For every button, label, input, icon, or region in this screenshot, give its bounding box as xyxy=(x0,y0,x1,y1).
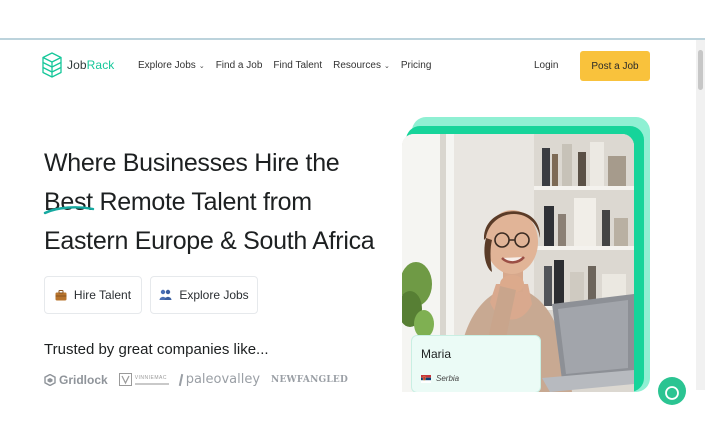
hire-talent-button[interactable]: Hire Talent xyxy=(44,276,142,314)
profile-country: Serbia xyxy=(421,374,459,383)
nav-pricing[interactable]: Pricing xyxy=(401,60,432,71)
page-scrollbar[interactable] xyxy=(696,40,705,390)
nav-find-a-job[interactable]: Find a Job xyxy=(216,60,263,71)
paleovalley-logo: paleovalley xyxy=(178,372,261,387)
serbia-flag-icon xyxy=(421,374,431,383)
paleovalley-mark-icon xyxy=(178,373,183,386)
gridlock-text: Gridlock xyxy=(59,372,108,387)
vinniemac-text: VINNIEMAC xyxy=(134,374,167,381)
nav-find-a-job-label: Find a Job xyxy=(215,60,263,71)
profile-card[interactable]: Maria Serbia xyxy=(411,335,541,393)
hero-title-line2-rest: Remote Talent from xyxy=(92,188,312,216)
people-icon xyxy=(159,289,172,300)
browser-top-area xyxy=(0,0,705,38)
nav-explore-jobs-label: Explore Jobs xyxy=(138,60,196,71)
cube-stack-icon xyxy=(42,52,62,78)
page-bottom-area xyxy=(0,392,705,427)
profile-name: Maria xyxy=(421,347,452,361)
nav-explore-jobs[interactable]: Explore Jobs ⌄ xyxy=(138,60,205,71)
gridlock-logo: Gridlock xyxy=(44,373,108,387)
chevron-down-icon: ⌄ xyxy=(198,62,205,70)
nav-resources[interactable]: Resources ⌄ xyxy=(333,60,390,71)
newfangled-logo: NEWFANGLED xyxy=(271,375,348,385)
briefcase-icon xyxy=(55,289,67,300)
trusted-heading: Trusted by great companies like... xyxy=(44,341,269,358)
profile-country-label: Serbia xyxy=(436,374,460,383)
brand-logo[interactable]: JobRack xyxy=(42,52,114,78)
nav-find-talent[interactable]: Find Talent xyxy=(273,60,322,71)
post-a-job-button[interactable]: Post a Job xyxy=(580,51,650,81)
vinniemac-mark-icon xyxy=(118,373,132,386)
hero-title-line3: Eastern Europe & South Africa xyxy=(44,227,375,255)
nav-find-talent-label: Find Talent xyxy=(273,60,323,71)
highlight-underline xyxy=(43,206,95,215)
chat-icon-glyph xyxy=(665,386,679,400)
brand-name-part2: Rack xyxy=(86,58,115,72)
hero-title-line1: Where Businesses Hire the xyxy=(44,149,340,177)
chat-bubble-icon[interactable] xyxy=(658,377,686,405)
gridlock-mark-icon xyxy=(44,373,56,386)
explore-jobs-label: Explore Jobs xyxy=(179,288,249,302)
hero-title: Where Businesses Hire the Best Remote Ta… xyxy=(44,144,404,261)
hire-talent-label: Hire Talent xyxy=(73,288,132,302)
brand-name-part1: Job xyxy=(67,58,87,72)
nav-resources-label: Resources xyxy=(333,60,381,71)
vinniemac-logo: VINNIEMAC xyxy=(118,373,169,386)
site-header: JobRack Explore Jobs ⌄ Find a Job Find T… xyxy=(0,40,696,92)
newfangled-text: NEWFANGLED xyxy=(271,374,348,385)
vinniemac-tagline-decoration xyxy=(134,382,169,385)
paleovalley-text: paleovalley xyxy=(185,372,261,387)
scrollbar-thumb[interactable] xyxy=(698,50,703,90)
chevron-down-icon: ⌄ xyxy=(383,62,390,70)
hero-title-line2: Best Remote Talent from xyxy=(44,183,404,222)
brand-name: JobRack xyxy=(67,58,114,72)
nav-pricing-label: Pricing xyxy=(400,60,432,71)
login-link[interactable]: Login xyxy=(534,60,558,71)
main-nav: Explore Jobs ⌄ Find a Job Find Talent Re… xyxy=(138,60,442,71)
explore-jobs-button[interactable]: Explore Jobs xyxy=(150,276,258,314)
company-logos: Gridlock VINNIEMAC paleovalley NEWFANGLE… xyxy=(44,372,348,387)
